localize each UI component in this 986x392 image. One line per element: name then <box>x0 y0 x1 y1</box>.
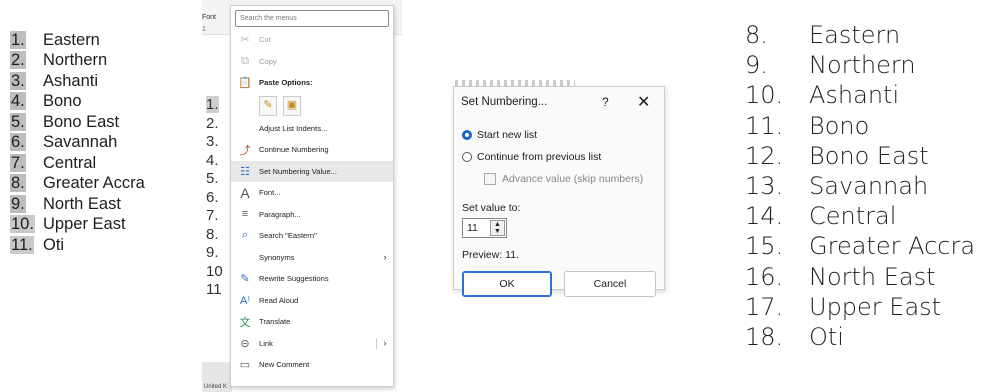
set-numbering-dialog: Set Numbering... ? ✕ Start new list Cont… <box>453 86 665 297</box>
paragraph-icon: ≡ <box>241 208 249 221</box>
list-item[interactable]: 6. Savannah <box>10 133 190 154</box>
start-new-list-radio[interactable]: Start new list <box>462 129 537 141</box>
list-number: 6. <box>206 188 219 206</box>
list-item[interactable]: 4. Bono <box>10 92 190 113</box>
context-menu: Search the menus ✂ Cut ⧉ Copy 📋 Paste Optio… <box>230 5 394 387</box>
status-bar-language[interactable]: United K <box>202 362 232 392</box>
spinner-arrows-icon[interactable]: ▲ ▼ <box>490 220 505 236</box>
list-number: 9. <box>206 244 219 261</box>
menu-item-copy[interactable]: ⧉ Copy <box>231 51 393 73</box>
menu-search-input[interactable]: Search the menus <box>235 10 389 27</box>
read-aloud-icon: A⁾ <box>239 294 251 307</box>
menu-item-rewrite-suggestions[interactable]: ✎ Rewrite Suggestions <box>231 268 393 290</box>
link-icon: ⊝ <box>240 337 250 350</box>
ok-button[interactable]: OK <box>462 271 552 297</box>
list-item[interactable]: 3. Ashanti <box>10 71 190 92</box>
list-item[interactable]: 11. Oti <box>10 235 190 256</box>
menu-item-cut[interactable]: ✂ Cut <box>231 29 393 51</box>
chevron-right-icon: › <box>383 338 387 349</box>
list-item[interactable]: 13. Savannah <box>745 171 980 201</box>
scissors-icon: ✂ <box>240 34 250 47</box>
rewrite-icon: ✎ <box>240 273 250 286</box>
menu-item-font[interactable]: A Font... <box>231 182 393 204</box>
menu-item-set-numbering-value[interactable]: ☷ Set Numbering Value... <box>231 160 393 182</box>
list-item[interactable]: 8. Eastern <box>745 20 980 50</box>
list-item[interactable]: 15. Greater Accra <box>745 231 980 261</box>
font-icon: A <box>240 184 250 201</box>
menu-item-paragraph[interactable]: ≡ Paragraph... <box>231 204 393 226</box>
clipboard-icon: 📋 <box>238 77 252 90</box>
chevron-right-icon: › <box>383 252 387 263</box>
radio-selected-icon <box>462 130 472 140</box>
search-icon: ⌕ <box>241 229 249 242</box>
numbering-icon: ☷ <box>240 165 250 178</box>
list-number: 11 <box>206 281 222 298</box>
list-item[interactable]: 14. Central <box>745 201 980 231</box>
list-item[interactable]: 17. Upper East <box>745 292 980 322</box>
paste-options-row: ✎ ▣ <box>231 94 393 118</box>
menu-item-search[interactable]: ⌕ Search "Eastern" <box>231 225 393 247</box>
list-item[interactable]: 8. Greater Accra <box>10 174 190 195</box>
renumbered-list: 8. Eastern 9. Northern 10. Ashanti 11. Bono … <box>745 20 980 352</box>
menu-item-adjust-list-indents[interactable]: Adjust List Indents... <box>231 118 393 140</box>
list-number: 5. <box>206 170 219 187</box>
list-item[interactable]: 5. Bono East <box>10 112 190 133</box>
list-number: 4. <box>206 151 219 169</box>
list-number: 8. <box>206 225 219 243</box>
list-number: 3. <box>206 133 219 150</box>
paste-keep-formatting-icon[interactable]: ✎ <box>259 95 277 116</box>
list-item[interactable]: 9. North East <box>10 194 190 215</box>
comment-icon: ▭ <box>239 359 251 372</box>
list-item[interactable]: 10. Upper East <box>10 215 190 236</box>
value-spinner[interactable]: 11 ▲ ▼ <box>462 218 507 238</box>
continue-previous-radio[interactable]: Continue from previous list <box>462 151 601 163</box>
list-number: 7. <box>206 207 219 224</box>
cancel-button[interactable]: Cancel <box>564 271 656 297</box>
list-item[interactable]: 7. Central <box>10 153 190 174</box>
continue-numbering-icon: ⤴ <box>239 144 251 157</box>
radio-unselected-icon <box>462 152 472 162</box>
menu-item-link[interactable]: ⊝ Link › <box>231 333 393 355</box>
ribbon-font-label: Font <box>202 14 217 21</box>
list-item[interactable]: 2. Northern <box>10 51 190 72</box>
checkbox-icon <box>484 173 496 185</box>
list-item[interactable]: 16. North East <box>745 262 980 292</box>
menu-item-synonyms[interactable]: Synonyms › <box>231 247 393 269</box>
translate-icon: 文 <box>239 316 251 329</box>
list-number: 10 <box>206 262 223 280</box>
document-list-numbers: 1. 2. 3. 4. 5. 6. 7. 8. 9. 10 11 <box>206 96 223 300</box>
menu-item-continue-numbering[interactable]: ⤴ Continue Numbering <box>231 139 393 161</box>
list-item[interactable]: 11. Bono <box>745 111 980 141</box>
menu-item-read-aloud[interactable]: A⁾ Read Aloud <box>231 290 393 312</box>
close-icon[interactable]: ✕ <box>637 92 650 112</box>
ruler-mark: 1 <box>202 26 206 33</box>
list-item[interactable]: 9. Northern <box>745 50 980 80</box>
list-item[interactable]: 10. Ashanti <box>745 80 980 110</box>
copy-icon: ⧉ <box>241 54 249 67</box>
list-number: 1. <box>206 96 219 113</box>
list-item[interactable]: 1. Eastern <box>10 30 190 51</box>
dialog-title: Set Numbering... <box>461 96 548 108</box>
menu-paste-options-header: 📋 Paste Options: <box>231 72 393 94</box>
help-button[interactable]: ? <box>602 95 609 109</box>
original-list: 1. Eastern 2. Northern 3. Ashanti 4. Bono 5.… <box>10 30 190 256</box>
list-number: 2. <box>206 114 219 132</box>
list-item[interactable]: 18. Oti <box>745 322 980 352</box>
set-value-label: Set value to: <box>462 202 521 214</box>
list-item[interactable]: 12. Bono East <box>745 141 980 171</box>
advance-value-checkbox[interactable]: Advance value (skip numbers) <box>484 173 643 185</box>
paste-picture-icon[interactable]: ▣ <box>283 95 301 116</box>
preview-text: Preview: 11. <box>462 249 519 261</box>
menu-item-translate[interactable]: 文 Translate <box>231 311 393 333</box>
menu-item-new-comment[interactable]: ▭ New Comment <box>231 354 393 376</box>
